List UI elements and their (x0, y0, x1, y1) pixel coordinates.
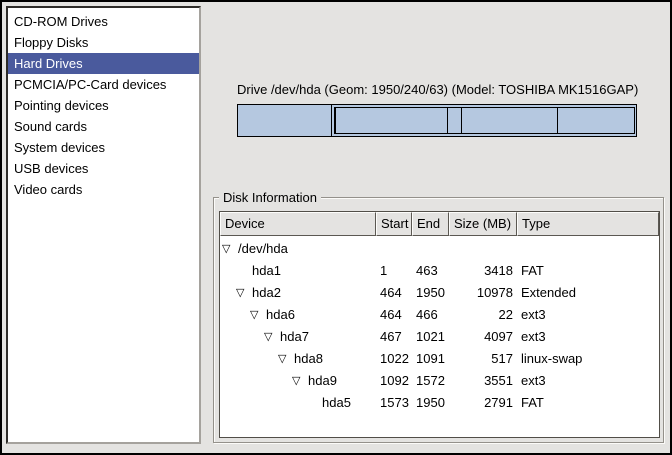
end-cell: 1950 (412, 282, 449, 304)
size-cell: 22 (449, 304, 517, 326)
drive-title: Drive /dev/hda (Geom: 1950/240/63) (Mode… (237, 82, 637, 97)
disk-information-label: Disk Information (219, 190, 321, 205)
size-cell: 10978 (449, 282, 517, 304)
table-row-hda5[interactable]: hda5 157319502791FAT (220, 392, 659, 414)
extended-partition-hda2 (334, 107, 635, 134)
disk-information-groupbox: Disk Information DeviceStartEndSize (MB)… (213, 197, 664, 443)
type-cell: ext3 (517, 326, 659, 348)
sidebar-item-video-cards[interactable]: Video cards (8, 179, 199, 200)
partition-segment-hda8 (448, 108, 462, 133)
column-header-type[interactable]: Type (517, 212, 659, 236)
table-row-hda9[interactable]: ▽hda9 109215723551ext3 (220, 370, 659, 392)
type-cell: linux-swap (517, 348, 659, 370)
start-cell: 1022 (376, 348, 412, 370)
size-cell: 3418 (449, 260, 517, 282)
column-header-end[interactable]: End (412, 212, 449, 236)
disk-table-header: DeviceStartEndSize (MB)Type (220, 212, 659, 236)
table-row-hda1[interactable]: hda1 14633418FAT (220, 260, 659, 282)
end-cell (412, 238, 449, 260)
type-cell (517, 238, 659, 260)
partition-segment-hda1 (238, 105, 332, 136)
column-header-start[interactable]: Start (376, 212, 412, 236)
sidebar-item-sound-cards[interactable]: Sound cards (8, 116, 199, 137)
sidebar-item-system-devices[interactable]: System devices (8, 137, 199, 158)
partition-segment-hda5 (558, 108, 634, 133)
size-cell: 4097 (449, 326, 517, 348)
device-name: hda1 (252, 260, 281, 282)
table-row-hda2[interactable]: ▽hda2 464195010978Extended (220, 282, 659, 304)
column-header-size-mb[interactable]: Size (MB) (449, 212, 517, 236)
sidebar-item-hard-drives[interactable]: Hard Drives (8, 53, 199, 74)
table-row-hda7[interactable]: ▽hda7 46710214097ext3 (220, 326, 659, 348)
device-name: hda7 (280, 326, 309, 348)
column-header-device[interactable]: Device (220, 212, 376, 236)
disk-table: DeviceStartEndSize (MB)Type ▽/dev/hdahda… (219, 211, 660, 438)
end-cell: 1091 (412, 348, 449, 370)
end-cell: 466 (412, 304, 449, 326)
type-cell: FAT (517, 392, 659, 414)
start-cell: 1092 (376, 370, 412, 392)
table-row-hda6[interactable]: ▽hda6 46446622ext3 (220, 304, 659, 326)
partition-segment-hda7 (336, 108, 447, 133)
end-cell: 1950 (412, 392, 449, 414)
type-cell: ext3 (517, 304, 659, 326)
start-cell: 1573 (376, 392, 412, 414)
partition-bar (237, 104, 637, 137)
end-cell: 1021 (412, 326, 449, 348)
table-row-dev-hda[interactable]: ▽/dev/hda (220, 238, 659, 260)
sidebar-item-floppy-disks[interactable]: Floppy Disks (8, 32, 199, 53)
end-cell: 1572 (412, 370, 449, 392)
device-category-list: CD-ROM DrivesFloppy DisksHard DrivesPCMC… (6, 6, 201, 444)
start-cell: 1 (376, 260, 412, 282)
start-cell: 467 (376, 326, 412, 348)
expander-icon[interactable]: ▽ (292, 370, 308, 392)
expander-icon[interactable]: ▽ (236, 282, 252, 304)
type-cell: FAT (517, 260, 659, 282)
size-cell (449, 238, 517, 260)
device-name: /dev/hda (238, 238, 288, 260)
expander-icon[interactable]: ▽ (278, 348, 294, 370)
size-cell: 2791 (449, 392, 517, 414)
sidebar-item-usb-devices[interactable]: USB devices (8, 158, 199, 179)
expander-icon[interactable]: ▽ (250, 304, 266, 326)
expander-icon[interactable]: ▽ (222, 238, 238, 260)
table-row-hda8[interactable]: ▽hda8 10221091517linux-swap (220, 348, 659, 370)
type-cell: ext3 (517, 370, 659, 392)
size-cell: 3551 (449, 370, 517, 392)
device-name: hda8 (294, 348, 323, 370)
start-cell: 464 (376, 304, 412, 326)
sidebar-item-pcmcia-pc-card-devices[interactable]: PCMCIA/PC-Card devices (8, 74, 199, 95)
disk-table-body: ▽/dev/hdahda114633418FAT▽hda246419501097… (220, 236, 659, 414)
hardware-browser-window: CD-ROM DrivesFloppy DisksHard DrivesPCMC… (0, 0, 672, 455)
device-name: hda2 (252, 282, 281, 304)
start-cell (376, 238, 412, 260)
partition-segment-hda9 (462, 108, 559, 133)
expander-icon[interactable]: ▽ (264, 326, 280, 348)
end-cell: 463 (412, 260, 449, 282)
sidebar-item-pointing-devices[interactable]: Pointing devices (8, 95, 199, 116)
device-name: hda5 (322, 392, 351, 414)
device-name: hda9 (308, 370, 337, 392)
type-cell: Extended (517, 282, 659, 304)
size-cell: 517 (449, 348, 517, 370)
device-name: hda6 (266, 304, 295, 326)
start-cell: 464 (376, 282, 412, 304)
sidebar-item-cd-rom-drives[interactable]: CD-ROM Drives (8, 11, 199, 32)
